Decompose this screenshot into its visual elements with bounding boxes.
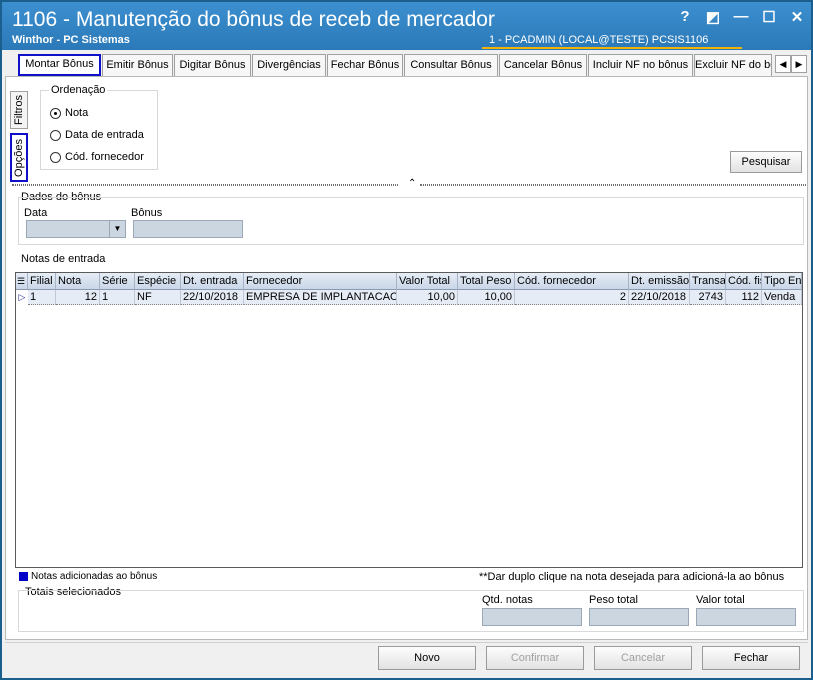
window-controls: ? ◩ — ☐ ✕	[677, 8, 805, 26]
col-header-transacao[interactable]: Transação	[690, 273, 726, 290]
col-header-fornecedor[interactable]: Fornecedor	[244, 273, 397, 290]
minimize-icon[interactable]: —	[733, 8, 749, 26]
double-click-hint: **Dar duplo clique na nota desejada para…	[479, 571, 785, 583]
table-cell-especie[interactable]: NF	[135, 290, 181, 305]
radio-unchecked-icon	[50, 129, 61, 141]
main-panel: Filtros Opções Ordenação Nota Data de en…	[5, 76, 808, 640]
table-cell-total-peso[interactable]: 10,00	[458, 290, 515, 305]
radio-cod-fornecedor-label: Cód. fornecedor	[65, 151, 144, 163]
tab-consultar-bonus[interactable]: Consultar Bônus	[404, 54, 498, 76]
bottom-button-bar: Novo Confirmar Cancelar Fechar	[5, 642, 808, 676]
table-cell-serie[interactable]: 1	[100, 290, 135, 305]
notas-grid[interactable]: ☰ Filial Nota Série Espécie Dt. entrada …	[15, 272, 803, 568]
help-icon[interactable]: ?	[677, 8, 693, 26]
fechar-button[interactable]: Fechar	[702, 646, 800, 670]
radio-cod-fornecedor[interactable]: Cód. fornecedor	[50, 151, 144, 163]
splitter-grip-right	[420, 184, 806, 186]
bonus-label: Bônus	[131, 207, 163, 219]
radio-data-entrada[interactable]: Data de entrada	[50, 129, 144, 141]
pesquisar-button[interactable]: Pesquisar	[730, 151, 802, 173]
table-cell-transacao[interactable]: 2743	[690, 290, 726, 305]
radio-data-entrada-label: Data de entrada	[65, 129, 144, 141]
tab-emitir-bonus[interactable]: Emitir Bônus	[102, 54, 173, 76]
app-window: 1106 - Manutenção do bônus de receb de m…	[0, 0, 813, 680]
table-cell-tipo-entrada[interactable]: Venda	[762, 290, 802, 305]
grid-options-icon[interactable]: ☰	[16, 273, 28, 290]
session-underline	[482, 47, 742, 49]
row-indicator-icon: ▷	[18, 292, 26, 302]
tab-bar: Montar Bônus Emitir Bônus Digitar Bônus …	[16, 54, 809, 76]
radio-unchecked-icon	[50, 151, 61, 163]
legend-text: Notas adicionadas ao bônus	[31, 571, 158, 582]
col-header-serie[interactable]: Série	[100, 273, 135, 290]
maximize-icon[interactable]: ☐	[761, 8, 777, 26]
table-cell-cod-fornecedor[interactable]: 2	[515, 290, 629, 305]
chevron-up-icon[interactable]: ⌃	[408, 178, 416, 189]
radio-nota[interactable]: Nota	[50, 107, 88, 119]
confirmar-button[interactable]: Confirmar	[486, 646, 584, 670]
qtd-notas-label: Qtd. notas	[482, 594, 533, 606]
col-header-tipo-entrada[interactable]: Tipo Entrada	[762, 273, 802, 290]
table-cell-filial[interactable]: 1	[28, 290, 56, 305]
totais-group: Qtd. notas Peso total Valor total	[18, 590, 804, 632]
tab-scroll-left-icon[interactable]: ◀	[775, 55, 791, 73]
close-icon[interactable]: ✕	[789, 8, 805, 26]
valor-total-field	[696, 608, 796, 626]
notas-title: Notas de entrada	[21, 253, 109, 265]
tab-scroll-arrows: ◀ ▶	[775, 55, 807, 73]
table-cell-dt-emissao[interactable]: 22/10/2018	[629, 290, 690, 305]
session-info: 1 - PCADMIN (LOCAL@TESTE) PCSIS1106	[489, 34, 709, 46]
splitter-grip-left	[12, 184, 398, 186]
bonus-field[interactable]	[133, 220, 243, 238]
table-cell-dt-entrada[interactable]: 22/10/2018	[181, 290, 244, 305]
side-tab-opcoes-label: Opções	[13, 138, 25, 177]
tab-incluir-nf[interactable]: Incluir NF no bônus	[588, 54, 693, 76]
peso-total-label: Peso total	[589, 594, 638, 606]
col-header-cod-fiscal[interactable]: Cód. fiscal	[726, 273, 762, 290]
radio-checked-icon	[50, 107, 61, 119]
col-header-filial[interactable]: Filial	[28, 273, 56, 290]
restore-icon[interactable]: ◩	[705, 8, 721, 26]
table-cell-cod-fiscal[interactable]: 112	[726, 290, 762, 305]
window-title: 1106 - Manutenção do bônus de receb de m…	[12, 8, 495, 31]
tab-montar-bonus[interactable]: Montar Bônus	[18, 54, 101, 76]
ordenacao-group: Ordenação Nota Data de entrada Cód. forn…	[40, 84, 158, 170]
qtd-notas-field	[482, 608, 582, 626]
ordenacao-title: Ordenação	[49, 84, 108, 96]
cancelar-button[interactable]: Cancelar	[594, 646, 692, 670]
side-tab-filtros-label: Filtros	[13, 95, 25, 125]
data-label: Data	[24, 207, 48, 219]
col-header-valor-total[interactable]: Valor Total	[397, 273, 458, 290]
tab-excluir-nf[interactable]: Excluir NF do bônus	[694, 54, 772, 76]
table-cell-nota[interactable]: 12	[56, 290, 100, 305]
legend-color-square	[19, 572, 28, 581]
tab-scroll-right-icon[interactable]: ▶	[791, 55, 807, 73]
col-header-dt-emissao[interactable]: Dt. emissão	[629, 273, 690, 290]
window-subtitle: Winthor - PC Sistemas	[12, 34, 130, 46]
radio-nota-label: Nota	[65, 107, 89, 119]
side-tab-filtros[interactable]: Filtros	[10, 91, 28, 129]
peso-total-field	[589, 608, 689, 626]
chevron-down-icon[interactable]: ▼	[109, 221, 125, 237]
col-header-cod-fornecedor[interactable]: Cód. fornecedor	[515, 273, 629, 290]
side-tab-opcoes[interactable]: Opções	[10, 133, 28, 182]
table-cell-fornecedor[interactable]: EMPRESA DE IMPLANTACAO LTDA	[244, 290, 397, 305]
data-combo[interactable]: ▼	[26, 220, 126, 238]
table-cell-valor-total[interactable]: 10,00	[397, 290, 458, 305]
tab-cancelar-bonus[interactable]: Cancelar Bônus	[499, 54, 587, 76]
tab-divergencias[interactable]: Divergências	[252, 54, 326, 76]
valor-total-label: Valor total	[696, 594, 745, 606]
dados-bonus-group: Data ▼ Bônus	[18, 197, 804, 245]
tab-fechar-bonus[interactable]: Fechar Bônus	[327, 54, 403, 76]
title-bar: 1106 - Manutenção do bônus de receb de m…	[2, 2, 811, 50]
col-header-dt-entrada[interactable]: Dt. entrada	[181, 273, 244, 290]
grid-legend: Notas adicionadas ao bônus	[19, 571, 157, 582]
panel-splitter[interactable]: ⌃	[12, 178, 806, 189]
col-header-nota[interactable]: Nota	[56, 273, 100, 290]
col-header-total-peso[interactable]: Total Peso	[458, 273, 515, 290]
col-header-especie[interactable]: Espécie	[135, 273, 181, 290]
novo-button[interactable]: Novo	[378, 646, 476, 670]
tab-digitar-bonus[interactable]: Digitar Bônus	[174, 54, 251, 76]
